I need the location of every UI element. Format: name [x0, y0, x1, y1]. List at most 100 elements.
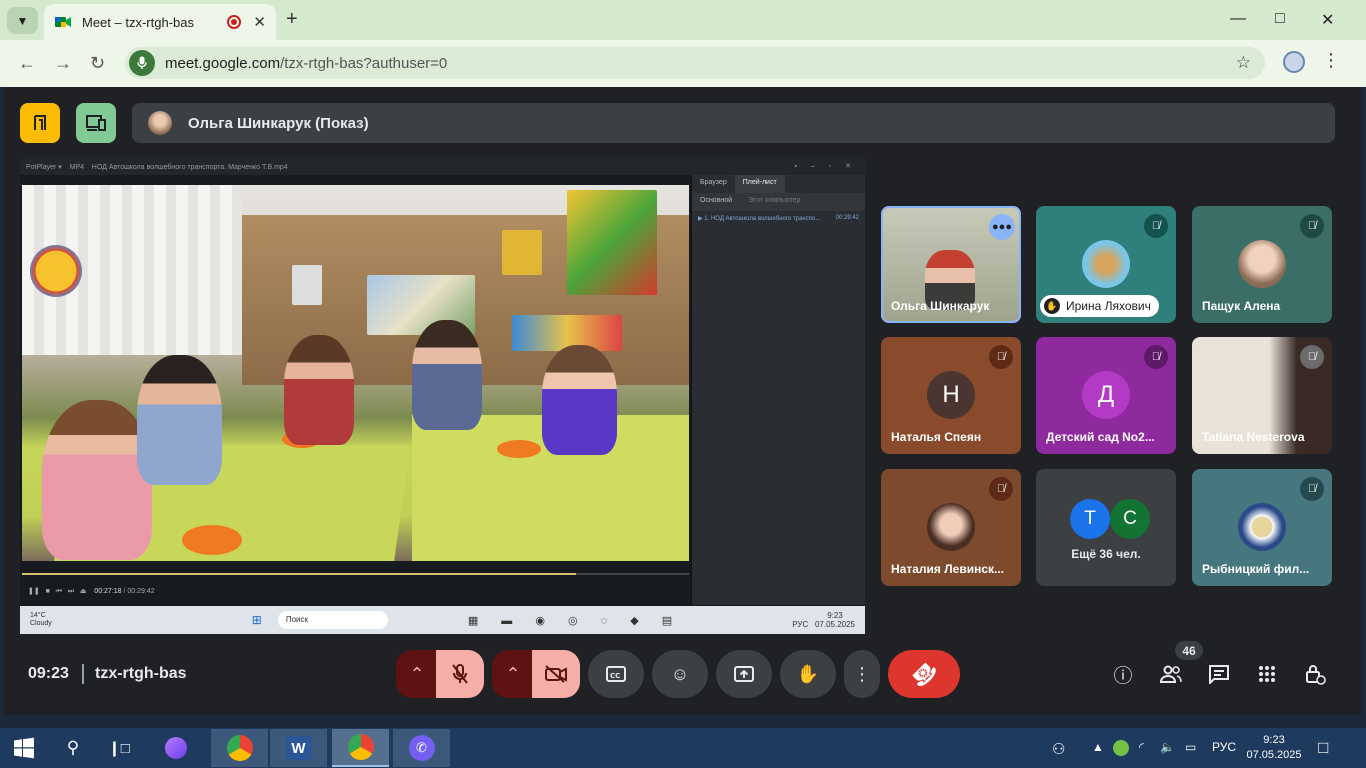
participant-name: Tatiana Nesterova	[1202, 430, 1305, 444]
participant-tile[interactable]: 🎙̸ Пащук Алена	[1192, 206, 1332, 323]
video-options-button[interactable]: ⌃	[492, 650, 534, 698]
tab-title: Meet – tzx-rtgh-bas	[82, 14, 194, 30]
participant-avatar	[1082, 240, 1130, 288]
screen-view-button[interactable]	[76, 103, 116, 143]
participant-tile[interactable]: ●●● Ольга Шинкарук	[881, 206, 1021, 323]
present-button[interactable]	[716, 650, 772, 698]
video-child	[542, 345, 617, 455]
participant-avatar	[927, 503, 975, 551]
raise-hand-button[interactable]: ✋	[780, 650, 836, 698]
speaking-indicator-icon: ●●●	[989, 214, 1015, 240]
audio-options-button[interactable]: ⌃	[396, 650, 438, 698]
participant-tile[interactable]: 🎙̸ Наталия Левинск...	[881, 469, 1021, 586]
meeting-code[interactable]: tzx-rtgh-bas	[95, 665, 187, 683]
taskbar-viber-app[interactable]: ✆	[393, 729, 450, 767]
playlist-tab-list[interactable]: Плей-лист	[734, 175, 785, 193]
window-close-icon[interactable]: ✕	[1321, 10, 1334, 30]
playlist-item[interactable]: ▶ 1. НОД Автошкола волшебного транспо...…	[692, 211, 865, 226]
minimize-icon[interactable]: —	[1230, 10, 1246, 28]
people-icon[interactable]	[1159, 662, 1183, 686]
chevron-up-icon[interactable]: ▲	[1092, 740, 1104, 754]
mic-off-icon	[452, 664, 468, 684]
end-call-button[interactable]: ☎	[888, 650, 960, 698]
maximize-icon[interactable]: □	[1275, 10, 1285, 28]
activities-icon[interactable]	[1255, 662, 1279, 686]
layout-button[interactable]	[20, 103, 60, 143]
play-pause-icon[interactable]: ❚❚	[28, 588, 40, 595]
playlist-sub-pc[interactable]: Этот компьютер	[740, 193, 808, 211]
info-icon[interactable]: ⓘ	[1111, 662, 1135, 687]
wifi-icon[interactable]: ◜	[1139, 740, 1144, 754]
browser-tab-bar: ▼ Meet – tzx-rtgh-bas ✕ + — □ ✕	[0, 0, 1366, 40]
new-tab-button[interactable]: +	[286, 8, 298, 31]
chat-icon[interactable]	[1207, 662, 1231, 686]
address-bar[interactable]: meet.google.com/tzx-rtgh-bas?authuser=0 …	[125, 47, 1265, 79]
mic-off-icon: 🎙̸	[1300, 345, 1324, 369]
more-vert-icon: ⋮	[853, 663, 871, 684]
layout-icon	[34, 115, 46, 130]
captions-icon: CC	[606, 666, 626, 682]
forward-icon[interactable]: →	[54, 53, 72, 74]
video-frame[interactable]	[22, 185, 689, 561]
taskbar-chrome-app[interactable]	[211, 729, 268, 767]
language-indicator[interactable]: РУС	[1212, 740, 1236, 754]
taskbar-word-app[interactable]: W	[270, 729, 327, 767]
reload-icon[interactable]: ↻	[90, 53, 105, 74]
chrome-icon	[347, 734, 374, 760]
captions-button[interactable]: CC	[588, 650, 644, 698]
reactions-button[interactable]: ☺	[652, 650, 708, 698]
hand-icon: ✋	[1044, 298, 1060, 314]
participant-avatar	[1238, 503, 1286, 551]
taskbar-chrome-app-active[interactable]	[332, 729, 389, 767]
participant-tile[interactable]: 🎙̸ Рыбницкий фил...	[1192, 469, 1332, 586]
mic-off-icon: 🎙̸	[1300, 214, 1324, 238]
playlist-tabs: Браузер Плей-лист	[692, 175, 865, 193]
host-controls-icon[interactable]	[1303, 662, 1327, 686]
time-current: 00:27:18	[94, 588, 122, 595]
participant-name: Ольга Шинкарук	[891, 299, 990, 313]
player-file-title: НОД Автошкола волшебного транспорта. Мар…	[91, 164, 288, 171]
browser-tab-meet[interactable]: Meet – tzx-rtgh-bas ✕	[44, 4, 276, 40]
notifications-icon[interactable]: □	[1318, 738, 1328, 758]
star-icon[interactable]: ☆	[1236, 53, 1251, 73]
taskbar-clock[interactable]: 9:23 07.05.2025	[1246, 733, 1302, 763]
participant-tile[interactable]: 🎙̸ Tatiana Nesterova	[1192, 337, 1332, 454]
video-seek-bar[interactable]	[22, 573, 689, 575]
participant-more-tile[interactable]: Т С Ещё 36 чел.	[1036, 469, 1176, 586]
raised-hand-badge: ✋ Ирина Ляхович	[1040, 295, 1159, 317]
participant-name: Наталия Левинск...	[891, 562, 1005, 576]
battery-icon[interactable]: ▭	[1185, 740, 1196, 754]
participant-tile[interactable]: 🎙̸ Н Наталья Спеян	[881, 337, 1021, 454]
task-view-icon[interactable]: ❙□	[102, 728, 136, 768]
close-icon[interactable]: ✕	[253, 13, 266, 31]
chevron-up-icon: ⌃	[505, 663, 521, 684]
more-icon[interactable]: ⋮	[1322, 50, 1340, 71]
browser-toolbar: ← → ↻ meet.google.com/tzx-rtgh-bas?authu…	[0, 40, 1366, 87]
mic-toggle-button[interactable]	[436, 650, 484, 698]
tab-search-button[interactable]: ▼	[7, 7, 38, 34]
playlist-tab-browser[interactable]: Браузер	[692, 175, 735, 193]
profile-avatar[interactable]	[1283, 51, 1305, 73]
mic-site-icon[interactable]	[129, 50, 155, 76]
playlist-sub-main[interactable]: Основной	[692, 193, 740, 211]
back-icon[interactable]: ←	[18, 53, 36, 74]
search-icon[interactable]: ⚲	[56, 728, 90, 768]
windows-start-icon[interactable]	[0, 728, 48, 768]
people-tray-icon[interactable]: ⚇	[1052, 740, 1065, 758]
participant-tile[interactable]: 🎙̸ Д Детский сад No2...	[1036, 337, 1176, 454]
chevron-up-icon: ⌃	[409, 663, 425, 684]
shared-weather: 14°C Cloudy	[30, 612, 52, 627]
tray-app-icon[interactable]	[1113, 740, 1129, 756]
alice-icon[interactable]	[158, 728, 194, 768]
more-options-button[interactable]: ⋮	[844, 650, 880, 698]
volume-icon[interactable]: 🔈	[1160, 740, 1175, 754]
participant-tile[interactable]: 🎙̸ ✋ Ирина Ляхович	[1036, 206, 1176, 323]
chevron-down-icon: ▼	[16, 13, 29, 28]
word-icon: W	[285, 736, 312, 760]
participant-avatar: Н	[927, 371, 975, 419]
svg-text:CC: CC	[610, 672, 620, 680]
presenter-name: Ольга Шинкарук (Показ)	[188, 114, 369, 132]
player-titlebar: PotPlayer ▾ MP4 НОД Автошкола волшебного…	[20, 159, 865, 175]
camera-toggle-button[interactable]	[532, 650, 580, 698]
end-call-icon: ☎	[905, 655, 943, 693]
